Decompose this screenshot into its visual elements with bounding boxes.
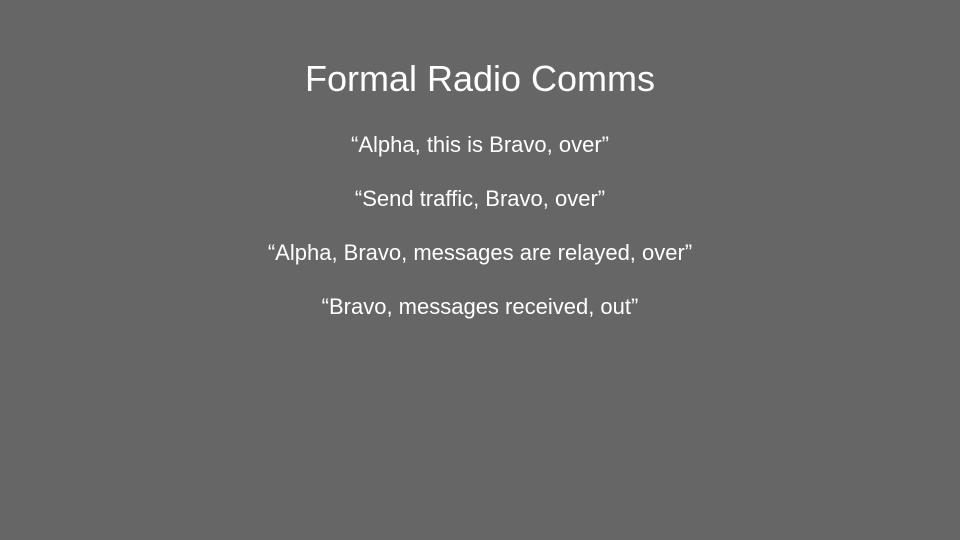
- dialogue-line-4: “Bravo, messages received, out”: [321, 294, 639, 319]
- dialogue-line-1: “Alpha, this is Bravo, over”: [351, 132, 609, 157]
- dialogue-line-3: “Alpha, Bravo, messages are relayed, ove…: [267, 240, 693, 265]
- dialogue-line-2: “Send traffic, Bravo, over”: [354, 186, 606, 211]
- radio-dialogue-list: “Alpha, this is Bravo, over” “Send traff…: [0, 129, 960, 345]
- slide: Formal Radio Comms “Alpha, this is Bravo…: [0, 0, 960, 540]
- slide-title: Formal Radio Comms: [304, 58, 656, 99]
